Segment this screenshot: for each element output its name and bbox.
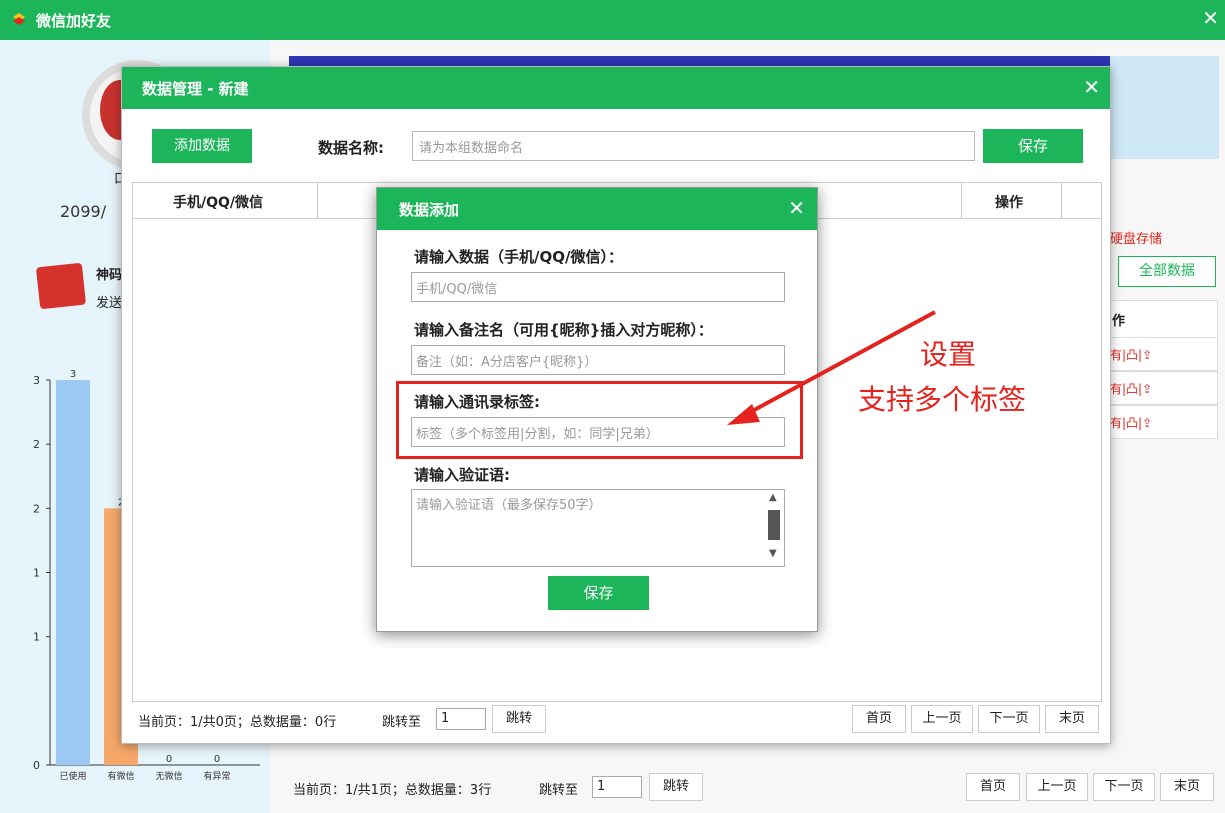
verify-field-label: 请输入验证语: <box>414 466 510 484</box>
pager-status: 当前页：1/共1页；总数据量：3行 <box>293 783 492 798</box>
bg-op-header: 作 <box>1112 314 1126 329</box>
chart-y-tick-label: 1 <box>33 631 40 644</box>
pager-jump-label: 跳转至 <box>539 783 579 798</box>
col-divider <box>1061 183 1062 219</box>
chart-bar-label: 3 <box>70 369 76 380</box>
data-manage-close-icon[interactable]: ✕ <box>1083 75 1100 99</box>
scroll-down-icon[interactable]: ▼ <box>769 548 777 559</box>
data-add-close-icon[interactable]: ✕ <box>788 196 805 220</box>
brand-sub: 发送 <box>96 296 123 311</box>
pager-first-button[interactable]: 首页 <box>966 773 1020 801</box>
contact-field-label: 请输入数据（手机/QQ/微信）： <box>414 248 623 266</box>
scroll-up-icon[interactable]: ▲ <box>769 492 777 503</box>
hdd-storage-text: 硬盘存储 <box>1110 232 1163 247</box>
app-logo-icon <box>13 13 25 25</box>
chart-category-label: 已使用 <box>59 770 86 782</box>
bg-row-actions[interactable]: 有|凸|⇪ <box>1103 371 1218 405</box>
expire-date: 2099/ <box>60 202 107 221</box>
col-contact-header: 手机/QQ/微信 <box>173 195 264 211</box>
chart-bar-label: 0 <box>214 754 220 765</box>
pager-next-button[interactable]: 下一页 <box>978 705 1040 733</box>
brand-logo-icon <box>35 262 87 310</box>
chart-y-tick-label: 1 <box>33 567 40 580</box>
chart-y-tick-label: 3 <box>33 374 40 387</box>
annotation-line2: 支持多个标签 <box>858 383 1027 416</box>
dialog-pager: 当前页：1/共0页；总数据量：0行 跳转至 1 跳转 首页 上一页 下一页 末页 <box>132 702 1102 738</box>
chart-bar <box>56 380 90 765</box>
contact-input[interactable]: 手机/QQ/微信 <box>411 272 785 302</box>
data-name-label: 数据名称: <box>318 139 384 157</box>
data-name-input[interactable]: 请为本组数据命名 <box>412 131 975 161</box>
banner-illustration <box>1110 56 1219 159</box>
scroll-thumb[interactable] <box>768 510 780 540</box>
chart-y-tick-label: 2 <box>33 438 40 451</box>
chart-category-label: 无微信 <box>155 770 182 782</box>
pager-jump-input[interactable]: 1 <box>436 708 486 730</box>
verify-scrollbar[interactable]: ▲ ▼ <box>766 492 782 564</box>
all-data-button[interactable]: 全部数据 <box>1118 256 1216 287</box>
pager-jump-button[interactable]: 跳转 <box>492 705 546 733</box>
pager-prev-button[interactable]: 上一页 <box>911 705 973 733</box>
pager-status: 当前页：1/共0页；总数据量：0行 <box>138 715 337 730</box>
bg-row-actions[interactable]: 有|凸|⇪ <box>1103 405 1218 439</box>
pager-next-button[interactable]: 下一页 <box>1093 773 1155 801</box>
window-close-icon[interactable]: ✕ <box>1202 6 1219 30</box>
window-title: 微信加好友 <box>36 12 112 30</box>
data-add-save-button[interactable]: 保存 <box>548 576 649 610</box>
pager-last-button[interactable]: 末页 <box>1045 705 1099 733</box>
brand-name: 神码 <box>96 268 123 283</box>
verify-placeholder: 请输入验证语（最多保存50字） <box>416 498 602 513</box>
pager-jump-button[interactable]: 跳转 <box>649 773 703 801</box>
tag-field-highlight <box>396 381 803 459</box>
data-manage-titlebar: 数据管理 - 新建 ✕ <box>122 67 1110 109</box>
chart-bar-label: 0 <box>166 754 172 765</box>
chart-category-label: 有异常 <box>203 770 230 782</box>
data-manage-save-button[interactable]: 保存 <box>983 129 1083 163</box>
data-manage-title: 数据管理 - 新建 <box>142 80 249 98</box>
add-data-button[interactable]: 添加数据 <box>152 129 252 163</box>
col-divider <box>317 183 318 219</box>
pager-jump-input[interactable]: 1 <box>592 776 642 798</box>
main-pager: 当前页：1/共1页；总数据量：3行 跳转至 1 跳转 首页 上一页 下一页 末页 <box>289 770 1219 806</box>
window-titlebar: 微信加好友 ✕ <box>0 0 1225 40</box>
pager-prev-button[interactable]: 上一页 <box>1026 773 1088 801</box>
annotation-line1: 设置 <box>920 338 977 371</box>
pager-jump-label: 跳转至 <box>382 715 422 730</box>
data-add-title: 数据添加 <box>399 201 460 219</box>
chart-category-label: 有微信 <box>107 770 134 782</box>
remark-input[interactable]: 备注（如：A分店客户{昵称}） <box>411 345 785 375</box>
bg-table-header: 作 <box>1103 300 1218 338</box>
bg-row-actions[interactable]: 有|凸|⇪ <box>1103 337 1218 371</box>
pager-last-button[interactable]: 末页 <box>1160 773 1214 801</box>
data-add-titlebar: 数据添加 ✕ <box>377 188 817 230</box>
col-divider <box>961 183 962 219</box>
remark-field-label: 请输入备注名（可用{昵称}插入对方昵称）： <box>414 321 713 339</box>
pager-first-button[interactable]: 首页 <box>852 705 906 733</box>
verify-textarea[interactable]: 请输入验证语（最多保存50字） ▲ ▼ <box>411 489 785 567</box>
col-op-header: 操作 <box>995 195 1023 211</box>
chart-y-tick-label: 2 <box>33 502 40 515</box>
chart-y-tick-label: 0 <box>33 759 40 772</box>
